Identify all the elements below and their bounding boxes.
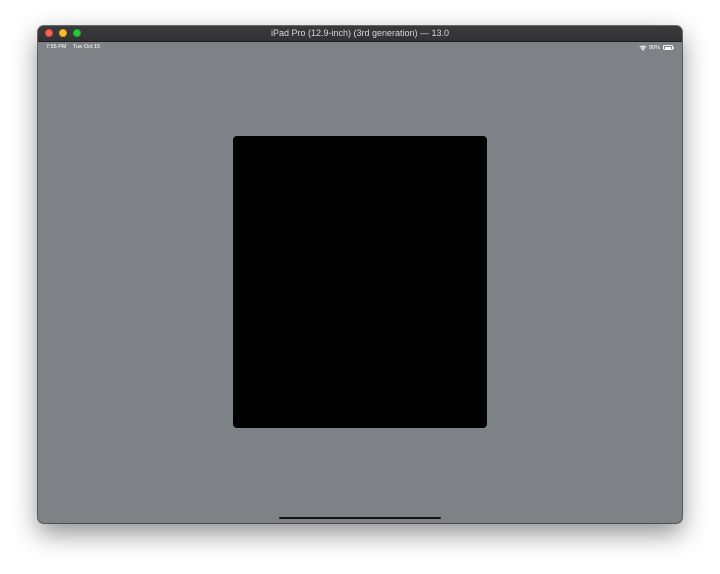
battery-level-fill — [664, 46, 672, 50]
battery-icon — [663, 45, 674, 50]
status-date: Tue Oct 15 — [73, 44, 101, 50]
status-bar: 7:55 PM Tue Oct 15 90% — [38, 42, 682, 54]
battery-nub — [672, 47, 674, 49]
wifi-icon — [639, 45, 647, 51]
status-time: 7:55 PM — [46, 44, 67, 50]
window-titlebar[interactable]: iPad Pro (12.9-inch) (3rd generation) — … — [38, 26, 682, 42]
window-title: iPad Pro (12.9-inch) (3rd generation) — … — [270, 28, 450, 38]
status-indicators: 90% — [639, 44, 674, 52]
battery-percent: 90% — [648, 44, 660, 51]
home-indicator[interactable] — [279, 517, 441, 519]
content-panel[interactable] — [233, 136, 487, 428]
ipad-screen[interactable]: 7:55 PM Tue Oct 15 90% — [38, 42, 682, 523]
simulator-window: iPad Pro (12.9-inch) (3rd generation) — … — [38, 26, 682, 523]
